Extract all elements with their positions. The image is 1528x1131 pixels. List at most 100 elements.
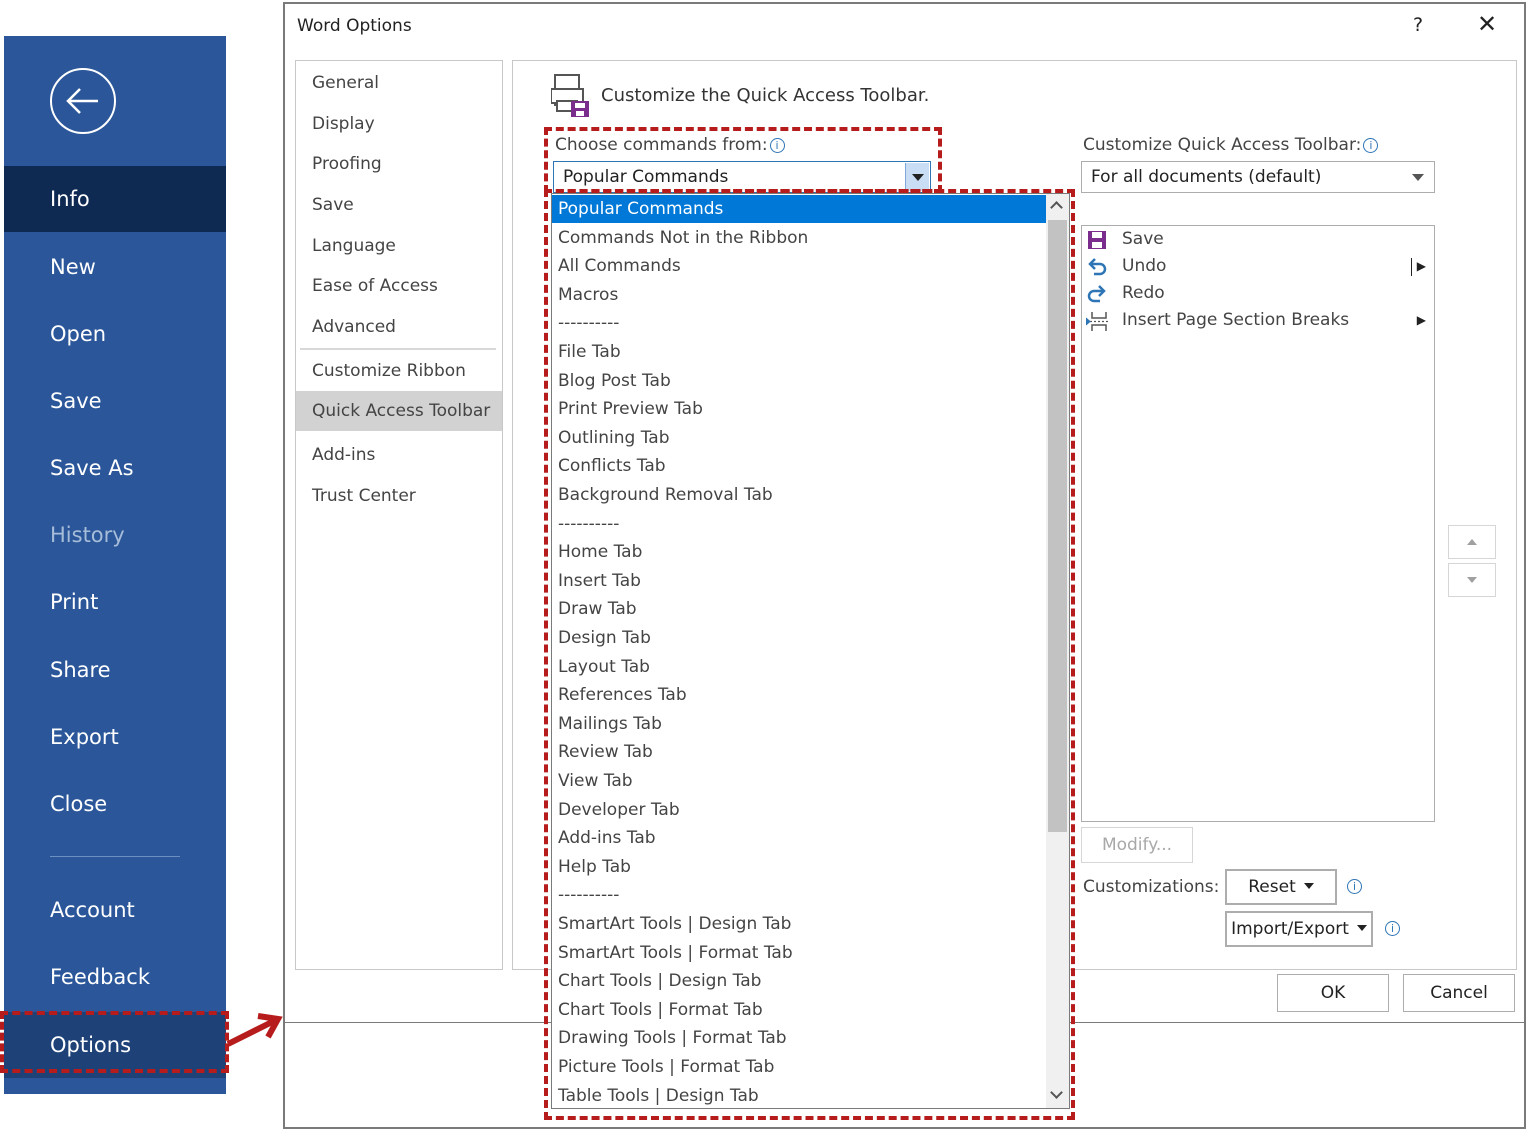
dropdown-option[interactable]: Mailings Tab (552, 710, 1046, 738)
dropdown-option[interactable]: Review Tab (552, 738, 1046, 766)
dropdown-option[interactable]: SmartArt Tools | Format Tab (552, 939, 1046, 967)
dropdown-option[interactable]: Draw Tab (552, 595, 1046, 623)
cancel-button[interactable]: Cancel (1403, 974, 1515, 1012)
backstage-item-account[interactable]: Account (4, 877, 226, 943)
dropdown-option[interactable]: Background Removal Tab (552, 481, 1046, 509)
nav-item-advanced[interactable]: Advanced (296, 307, 502, 347)
qat-item-label: Save (1122, 229, 1164, 249)
info-icon[interactable]: i (1385, 921, 1400, 936)
dropdown-option[interactable]: Print Preview Tab (552, 395, 1046, 423)
dropdown-option[interactable]: Insert Tab (552, 567, 1046, 595)
undo-icon (1088, 258, 1107, 276)
choose-commands-value: Popular Commands (563, 167, 729, 187)
dropdown-option[interactable]: Chart Tools | Format Tab (552, 996, 1046, 1024)
reset-button[interactable]: Reset (1225, 869, 1337, 905)
list-item[interactable]: Redo (1082, 280, 1434, 307)
backstage-item-save-as[interactable]: Save As (4, 435, 226, 501)
nav-item-quick-access-toolbar[interactable]: Quick Access Toolbar (296, 391, 502, 431)
scrollbar-thumb[interactable] (1048, 220, 1067, 832)
nav-item-ease-of-access[interactable]: Ease of Access (296, 266, 502, 306)
dropdown-option[interactable]: Conflicts Tab (552, 452, 1046, 480)
dropdown-option[interactable]: All Commands (552, 252, 1046, 280)
nav-item-proofing[interactable]: Proofing (296, 144, 502, 184)
dropdown-option[interactable]: View Tab (552, 767, 1046, 795)
dropdown-option[interactable]: Macros (552, 281, 1046, 309)
list-item[interactable]: Insert Page Section Breaks ▶ (1082, 307, 1434, 334)
modify-button[interactable]: Modify... (1081, 827, 1193, 863)
dropdown-option[interactable]: Design Tab (552, 624, 1046, 652)
move-down-button[interactable] (1448, 563, 1496, 597)
dropdown-option[interactable]: Picture Tools | Format Tab (552, 1053, 1046, 1081)
back-button[interactable] (50, 68, 116, 134)
chevron-down-icon[interactable] (905, 163, 929, 191)
backstage-item-print[interactable]: Print (4, 569, 226, 635)
sidebar-divider (50, 856, 180, 857)
dialog-title: Word Options (297, 16, 412, 36)
customize-qat-label: Customize Quick Access Toolbar: i (1083, 135, 1379, 155)
dropdown-option[interactable]: Blog Post Tab (552, 367, 1046, 395)
nav-item-add-ins[interactable]: Add-ins (296, 435, 502, 475)
backstage-item-share[interactable]: Share (4, 637, 226, 703)
backstage-item-close[interactable]: Close (4, 771, 226, 837)
backstage-item-export[interactable]: Export (4, 704, 226, 770)
dropdown-option[interactable]: File Tab (552, 338, 1046, 366)
customize-qat-value: For all documents (default) (1091, 167, 1322, 187)
backstage-item-new[interactable]: New (4, 234, 226, 300)
dropdown-option[interactable]: References Tab (552, 681, 1046, 709)
list-item[interactable]: Undo ▶ (1082, 253, 1434, 280)
backstage-item-save[interactable]: Save (4, 368, 226, 434)
backstage-item-info[interactable]: Info (4, 166, 226, 232)
dropdown-option[interactable]: Drawing Tools | Format Tab (552, 1024, 1046, 1052)
scroll-up-icon[interactable] (1046, 194, 1069, 218)
back-arrow-icon (66, 88, 98, 114)
nav-separator (300, 348, 496, 350)
chevron-right-icon[interactable]: ▶ (1417, 253, 1426, 280)
nav-item-trust-center[interactable]: Trust Center (296, 476, 502, 516)
move-up-button[interactable] (1448, 525, 1496, 559)
list-item[interactable]: Save (1082, 226, 1434, 253)
backstage-item-open[interactable]: Open (4, 301, 226, 367)
quick-access-toolbar-icon (551, 74, 589, 117)
customizations-label: Customizations: (1083, 877, 1220, 897)
nav-item-display[interactable]: Display (296, 104, 502, 144)
qat-command-list: Save Undo ▶ Redo Insert Page Section Bre… (1081, 225, 1435, 822)
separator-item: ---------- (558, 313, 620, 334)
import-export-button[interactable]: Import/Export (1225, 911, 1373, 947)
dropdown-option[interactable]: Home Tab (552, 538, 1046, 566)
nav-item-save[interactable]: Save (296, 185, 502, 225)
scroll-down-icon[interactable] (1046, 1084, 1069, 1108)
separator-bar (1411, 258, 1412, 276)
chevron-right-icon[interactable]: ▶ (1417, 307, 1426, 334)
choose-commands-label: Choose commands from: i (555, 135, 785, 155)
info-icon[interactable]: i (1363, 138, 1379, 153)
dropdown-option[interactable]: Chart Tools | Design Tab (552, 967, 1046, 995)
separator-item: ---------- (558, 513, 620, 534)
close-button[interactable]: ✕ (1477, 10, 1497, 38)
ok-button[interactable]: OK (1277, 974, 1389, 1012)
dropdown-option[interactable]: Commands Not in the Ribbon (552, 224, 1046, 252)
dropdown-option[interactable]: SmartArt Tools | Design Tab (552, 910, 1046, 938)
info-icon[interactable]: i (769, 138, 785, 153)
dropdown-option[interactable]: Table Tools | Design Tab (552, 1082, 1046, 1108)
caret-down-icon (1356, 925, 1367, 931)
help-button[interactable]: ? (1413, 14, 1423, 36)
dropdown-option[interactable]: Developer Tab (552, 796, 1046, 824)
nav-item-language[interactable]: Language (296, 226, 502, 266)
pointer-arrow-icon (226, 1013, 283, 1047)
dropdown-option[interactable]: Add-ins Tab (552, 824, 1046, 852)
info-icon[interactable]: i (1347, 879, 1362, 894)
backstage-item-feedback[interactable]: Feedback (4, 944, 226, 1010)
scrollbar[interactable] (1046, 194, 1069, 1108)
nav-item-customize-ribbon[interactable]: Customize Ribbon (296, 351, 502, 391)
dropdown-option[interactable]: Layout Tab (552, 653, 1046, 681)
dropdown-option[interactable]: Popular Commands (552, 195, 1046, 223)
nav-item-general[interactable]: General (296, 63, 502, 103)
dropdown-option[interactable]: Outlining Tab (552, 424, 1046, 452)
backstage-item-options[interactable]: Options (4, 1012, 226, 1078)
customize-qat-dropdown[interactable]: For all documents (default) (1081, 161, 1435, 193)
section-heading: Customize the Quick Access Toolbar. (601, 85, 930, 106)
choose-commands-dropdown[interactable]: Popular Commands (553, 161, 931, 193)
choose-commands-dropdown-list: Popular Commands Commands Not in the Ribb… (551, 193, 1070, 1109)
save-icon (1088, 231, 1106, 249)
dropdown-option[interactable]: Help Tab (552, 853, 1046, 881)
